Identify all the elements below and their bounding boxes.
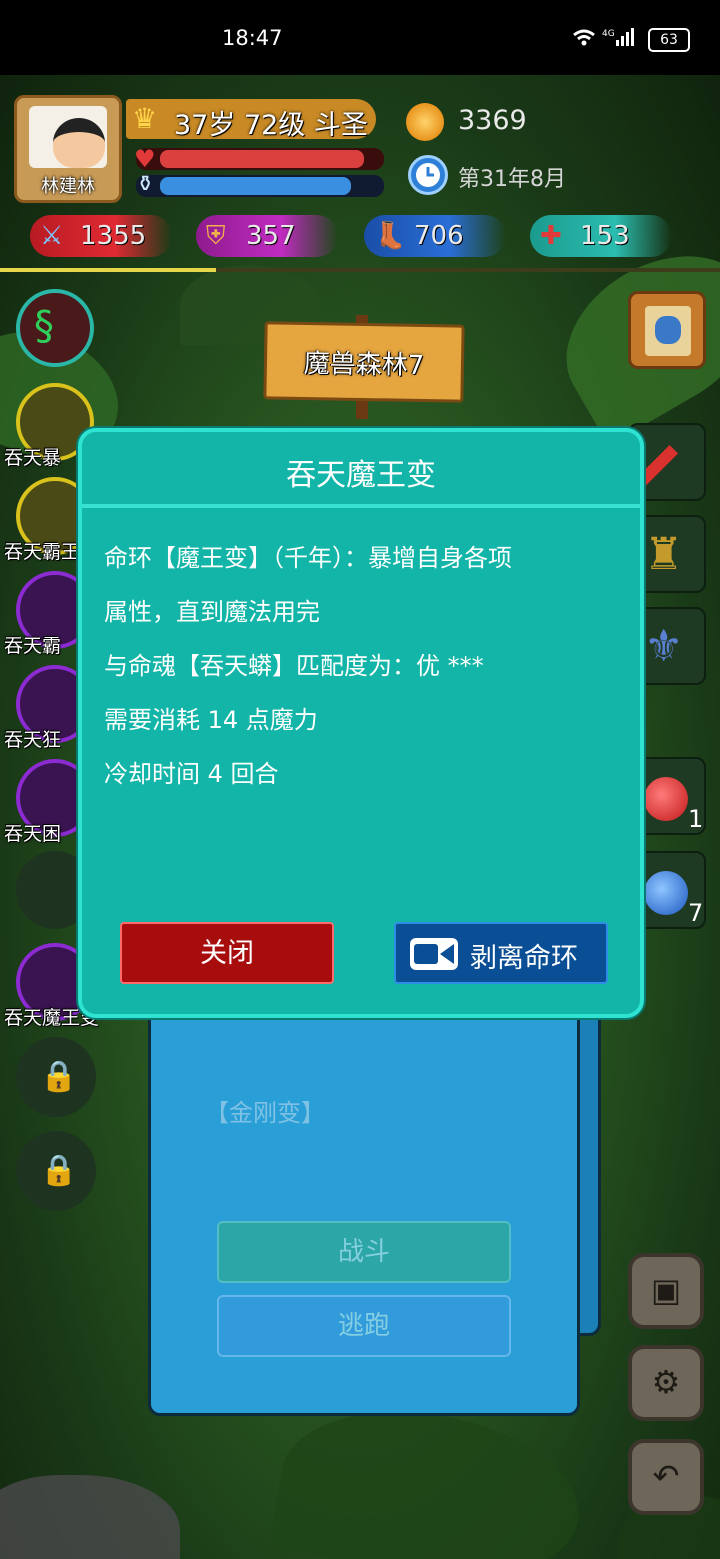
coin-icon [406, 103, 444, 141]
heart-icon: ♥ [134, 145, 156, 173]
dialog-line-cooldown: 冷却时间 4 回合 [104, 760, 279, 788]
avatar[interactable]: 林建林 [14, 95, 122, 203]
mp-bar [136, 175, 384, 197]
battery-indicator: 63 [648, 28, 690, 52]
skill-slot-snake[interactable]: § [16, 289, 94, 367]
status-bar: 18:47 4G 63 [0, 0, 720, 75]
ring-name: 【金刚变】 [205, 1099, 325, 1127]
save-icon: ▣ [650, 1271, 682, 1309]
defense-stat: ⛨ 357 [196, 215, 338, 257]
boots-icon: ⚜ [644, 621, 684, 672]
back-button[interactable]: ↶ [628, 1439, 704, 1515]
blue-potion-count: 7 [688, 899, 704, 927]
svg-text:4G: 4G [602, 29, 615, 39]
lock-icon: 🔒 [40, 1059, 78, 1094]
avatar-head [53, 118, 105, 168]
gear-icon: ⚙ [651, 1363, 681, 1401]
hp-bar [136, 148, 384, 170]
red-potion-count: 1 [688, 805, 704, 833]
exp-bar [0, 268, 720, 272]
date-display: 第31年8月 [402, 153, 652, 197]
attack-value: 1355 [80, 221, 147, 251]
exp-bar-fill [0, 268, 216, 272]
battle-panel: 【金刚变】 战斗 逃跑 [148, 990, 580, 1416]
dialog-line-cost: 需要消耗 14 点魔力 [104, 706, 318, 734]
save-button[interactable]: ▣ [628, 1253, 704, 1329]
mana-potion-icon: ⚱ [136, 172, 155, 197]
lock-icon: 🔒 [40, 1153, 78, 1188]
dialog-divider [82, 504, 640, 508]
mp-bar-fill [160, 177, 351, 195]
snake-icon: § [34, 303, 54, 349]
video-icon [410, 938, 458, 970]
level-banner: ♛ 37岁 72级 斗圣 [126, 99, 376, 141]
date-value: 第31年8月 [458, 167, 566, 192]
defense-value: 357 [246, 221, 296, 251]
strip-ring-button[interactable]: 剥离命环 [394, 922, 608, 984]
red-potion-icon [644, 777, 688, 821]
blue-potion-icon [644, 871, 688, 915]
scroll-icon [645, 306, 691, 356]
map-scroll-button[interactable] [628, 291, 706, 369]
rock [0, 1475, 180, 1559]
settings-button[interactable]: ⚙ [628, 1345, 704, 1421]
strip-ring-label: 剥离命环 [470, 943, 578, 974]
hp-bar-fill [160, 150, 365, 168]
close-button[interactable]: 关闭 [120, 922, 334, 984]
level-text: 37岁 72级 斗圣 [174, 110, 368, 141]
back-icon: ↶ [652, 1457, 680, 1495]
gold-value: 3369 [458, 105, 527, 136]
crown-icon: ♛ [132, 102, 158, 135]
player-name: 林建林 [41, 176, 95, 197]
dialog-line-description-cont: 属性，直到魔法用完 [104, 598, 320, 626]
signal-icon: 4G [572, 26, 636, 52]
status-time: 18:47 [222, 26, 283, 50]
heart-plus-icon: ✚ [540, 221, 562, 251]
avatar-portrait [29, 106, 107, 168]
skill-detail-dialog: 吞天魔王变 命环【魔王变】（千年）：暴增自身各项 属性，直到魔法用完 与命魂【吞… [78, 428, 644, 1018]
dialog-line-match: 与命魂【吞天蟒】匹配度为：优 *** [104, 652, 484, 680]
gold-display: 3369 [402, 99, 652, 141]
speed-value: 706 [414, 221, 464, 251]
heal-stat: ✚ 153 [530, 215, 672, 257]
location-sign: 魔兽森林7 [263, 321, 465, 403]
sword-icon: ⚔ [40, 221, 64, 251]
clock-icon [408, 155, 448, 195]
fight-button[interactable]: 战斗 [217, 1221, 511, 1283]
heal-value: 153 [580, 221, 630, 251]
dialog-line-description: 命环【魔王变】（千年）：暴增自身各项 [104, 544, 512, 572]
flee-button[interactable]: 逃跑 [217, 1295, 511, 1357]
locked-slot[interactable]: 🔒 [16, 1131, 96, 1211]
map-blob [655, 316, 681, 344]
speed-stat: 👢 706 [364, 215, 506, 257]
dialog-title: 吞天魔王变 [286, 458, 436, 493]
location-name: 魔兽森林7 [303, 348, 425, 382]
boot-icon: 👢 [374, 221, 407, 251]
armor-icon: ♜ [644, 529, 684, 580]
shield-icon: ⛨ [206, 221, 226, 251]
attack-stat: ⚔ 1355 [30, 215, 172, 257]
locked-slot[interactable]: 🔒 [16, 1037, 96, 1117]
